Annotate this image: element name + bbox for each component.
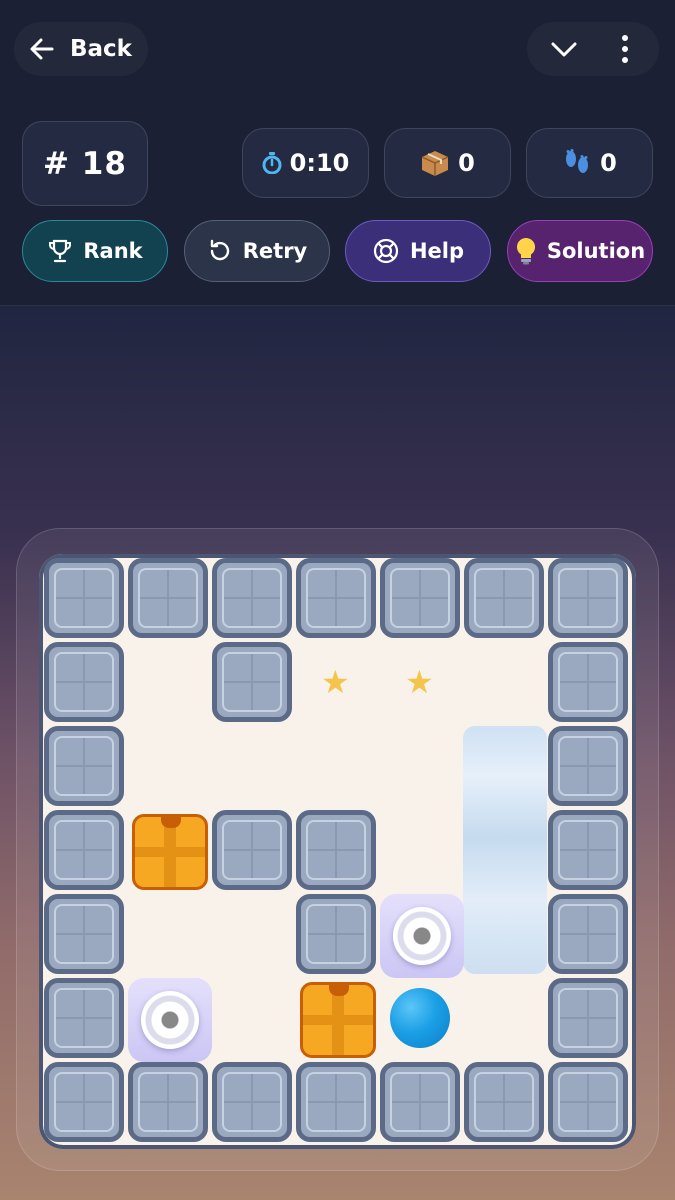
- wall-tile: [296, 894, 376, 974]
- player-ball[interactable]: [390, 988, 450, 1048]
- target-tile: [380, 894, 464, 978]
- boxes-value: 0: [458, 149, 475, 177]
- retry-label: Retry: [242, 239, 308, 263]
- wall-tile: [44, 894, 124, 974]
- star-icon: ★: [405, 663, 434, 701]
- wall-tile: [44, 810, 124, 890]
- trophy-icon: [49, 239, 72, 263]
- arrow-left-icon: [30, 38, 54, 60]
- wall-tile: [44, 642, 124, 722]
- wall-tile: [212, 642, 292, 722]
- wall-tile: [548, 894, 628, 974]
- wall-tile: [44, 1062, 124, 1142]
- wall-tile: [464, 558, 544, 638]
- lifebuoy-icon: [373, 238, 399, 264]
- solution-label: Solution: [546, 239, 646, 263]
- wall-tile: [296, 1062, 376, 1142]
- wall-tile: [128, 1062, 208, 1142]
- steps-value: 0: [600, 149, 617, 177]
- ice-tile: [463, 726, 547, 974]
- boxes-stat: 0: [384, 128, 511, 198]
- footprints-icon: [566, 149, 589, 173]
- rank-label: Rank: [83, 239, 143, 263]
- wall-tile: [548, 642, 628, 722]
- solution-button[interactable]: Solution: [507, 220, 653, 282]
- stopwatch-icon: [262, 152, 282, 174]
- wall-tile: [548, 810, 628, 890]
- steps-stat: 0: [526, 128, 653, 198]
- package-icon: [421, 151, 449, 176]
- rotate-icon: [210, 239, 229, 261]
- wall-tile: [548, 978, 628, 1058]
- wall-tile: [212, 810, 292, 890]
- wall-tile: [464, 1062, 544, 1142]
- wall-tile: [380, 1062, 460, 1142]
- help-label: Help: [409, 239, 465, 263]
- target-tile: [128, 978, 212, 1062]
- wall-tile: [380, 558, 460, 638]
- crate-box[interactable]: [300, 982, 376, 1058]
- more-vertical-icon[interactable]: [621, 35, 629, 63]
- wall-tile: [212, 1062, 292, 1142]
- level-number: # 18: [22, 121, 148, 206]
- crate-box[interactable]: [132, 814, 208, 890]
- retry-button[interactable]: Retry: [184, 220, 330, 282]
- lightbulb-icon: [516, 237, 535, 265]
- rank-button[interactable]: Rank: [22, 220, 168, 282]
- back-label: Back: [70, 36, 132, 62]
- wall-tile: [296, 558, 376, 638]
- wall-tile: [44, 978, 124, 1058]
- wall-tile: [296, 810, 376, 890]
- wall-tile: [548, 1062, 628, 1142]
- back-button[interactable]: Back: [14, 22, 148, 76]
- wall-tile: [212, 558, 292, 638]
- chevron-down-icon[interactable]: [549, 36, 579, 62]
- header-controls: [527, 22, 659, 76]
- timer-value: 0:10: [289, 149, 350, 177]
- help-button[interactable]: Help: [345, 220, 491, 282]
- star-icon: ★: [321, 663, 350, 701]
- wall-tile: [44, 558, 124, 638]
- wall-tile: [548, 558, 628, 638]
- top-panel: Back # 18 0:10 0 0 Rank Retry Help Solut…: [0, 0, 675, 306]
- timer-stat: 0:10: [242, 128, 369, 198]
- game-board[interactable]: ★ ★: [39, 554, 636, 1149]
- wall-tile: [548, 726, 628, 806]
- wall-tile: [44, 726, 124, 806]
- wall-tile: [128, 558, 208, 638]
